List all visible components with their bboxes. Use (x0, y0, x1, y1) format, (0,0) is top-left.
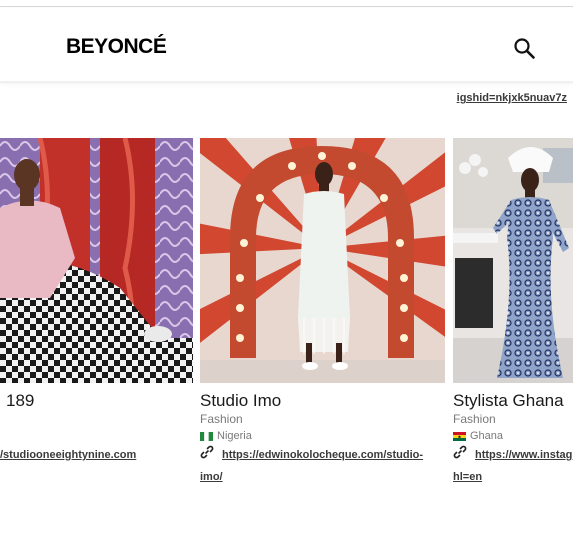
brand-card: Stylista Ghana Fashion Ghana https://www… (453, 138, 573, 483)
card-url[interactable]: https://www.instag (475, 449, 572, 461)
model-photo-arch (200, 138, 445, 383)
brand-card: 189 /studiooneeightynine.com (0, 138, 193, 461)
model-photo-gown (453, 138, 573, 383)
top-divider (0, 6, 573, 7)
card-url[interactable]: /studiooneeightynine.com (0, 449, 136, 461)
search-icon (514, 38, 535, 59)
card-category: Fashion (200, 412, 243, 426)
model-photo-checkered (0, 138, 193, 383)
site-header: BEYONCÉ (0, 8, 573, 81)
brand-card: Studio Imo Fashion Nigeria https://edwin… (200, 138, 445, 483)
url-fragment-link[interactable]: igshid=nkjxk5nuav7z (457, 92, 567, 104)
card-title[interactable]: Studio Imo (200, 391, 281, 411)
card-title[interactable]: 189 (6, 391, 34, 411)
card-country: Nigeria (200, 430, 252, 442)
card-url-continuation[interactable]: hl=en (453, 471, 482, 483)
search-button[interactable] (512, 36, 538, 62)
link-icon (453, 445, 467, 459)
page: BEYONCÉ igshid=nkjxk5nuav7z 189 /studioo… (0, 0, 573, 540)
card-country: Ghana (453, 430, 503, 442)
brand-logo[interactable]: BEYONCÉ (66, 35, 167, 59)
card-title[interactable]: Stylista Ghana (453, 391, 564, 411)
card-category: Fashion (453, 412, 496, 426)
card-url-continuation[interactable]: imo/ (200, 471, 223, 483)
header-divider (0, 81, 573, 83)
country-name: Nigeria (217, 430, 252, 442)
country-name: Ghana (470, 430, 504, 442)
ghana-flag-icon (453, 431, 466, 441)
nigeria-flag-icon (200, 431, 213, 441)
card-image[interactable] (453, 138, 573, 383)
card-image[interactable] (0, 138, 193, 383)
card-url[interactable]: https://edwinokolocheque.com/studio- (222, 449, 423, 461)
link-icon (200, 445, 214, 459)
card-image[interactable] (200, 138, 445, 383)
